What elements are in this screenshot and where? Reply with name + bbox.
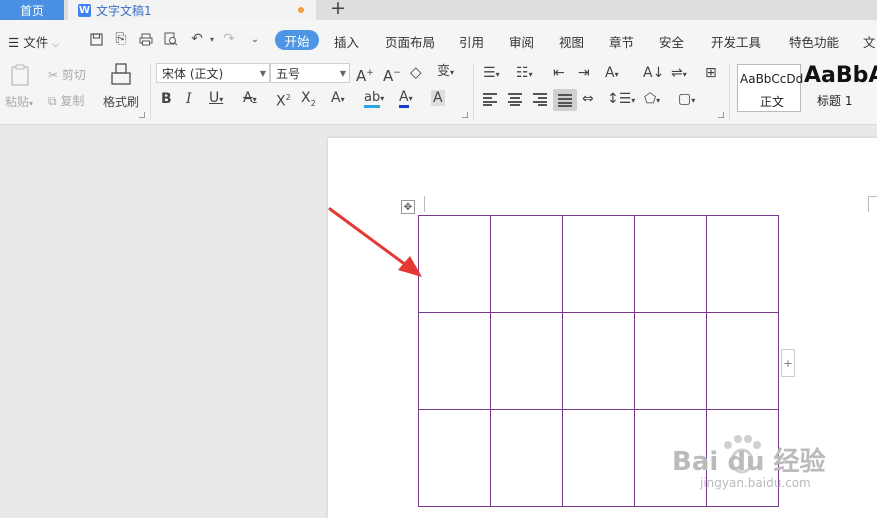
watermark-url: jingyan.baidu.com <box>700 476 811 490</box>
watermark-brand: Bai du 经验 <box>672 447 826 477</box>
